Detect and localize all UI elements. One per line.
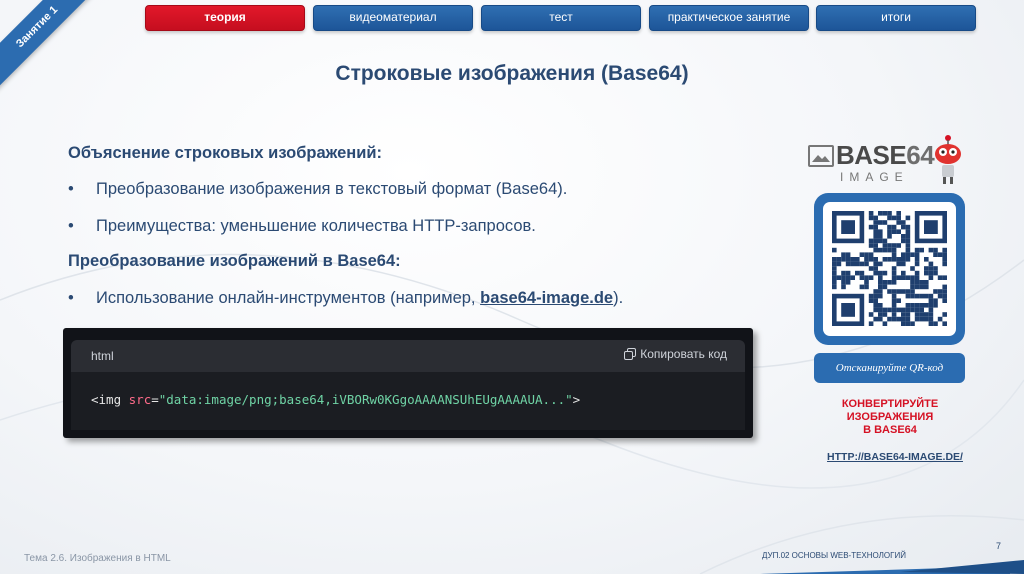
copy-code-label: Копировать код <box>640 347 727 361</box>
base64-url-link[interactable]: HTTP://BASE64-IMAGE.DE/ <box>820 451 970 463</box>
code-snippet-panel: html Копировать код <img src="data:image… <box>63 328 753 438</box>
footer-topic: Тема 2.6. Изображения в HTML <box>24 553 171 564</box>
copy-code-button[interactable]: Копировать код <box>624 347 727 363</box>
page-title: Строковые изображения (Base64) <box>335 62 689 85</box>
tab-bar: теория видеоматериал тест практическое з… <box>145 5 977 31</box>
page-number: 7 <box>996 541 1002 551</box>
logo-main: BASE <box>836 140 907 170</box>
qr-caption: Отсканируйте QR-код <box>814 353 965 383</box>
convert-line-1: КОНВЕРТИРУЙТЕ <box>841 398 939 410</box>
code-line: <img src="data:image/png;base64,iVBORw0K… <box>91 392 580 407</box>
tab-video[interactable]: видеоматериал <box>313 5 473 31</box>
tab-theory[interactable]: теория <box>145 5 305 31</box>
code-body: <img src="data:image/png;base64,iVBORw0K… <box>71 372 745 430</box>
code-header: html Копировать код <box>71 340 745 372</box>
logo-text: BASE64 <box>836 140 935 171</box>
bullet-marker: • <box>68 180 74 198</box>
code-tag-close: > <box>572 392 581 407</box>
bullet-text: Преимущества: уменьшение количества HTTP… <box>96 217 536 235</box>
logo-subtitle: IMAGE <box>840 170 909 184</box>
bullet-text-suffix: ). <box>613 289 624 307</box>
logo-number: 64 <box>906 140 935 170</box>
code-string: "data:image/png;base64,iVBORw0KGgoAAAANS… <box>158 392 573 407</box>
tab-results[interactable]: итоги <box>816 5 976 31</box>
tab-practice[interactable]: практическое занятие <box>649 5 809 31</box>
bullet-text-prefix: Использование онлайн-инструментов (напри… <box>96 289 481 307</box>
bullet-text: Использование онлайн-инструментов (напри… <box>96 289 623 308</box>
convert-line-2: ИЗОБРАЖЕНИЯ <box>846 411 934 423</box>
bullet-text: Преобразование изображения в текстовый ф… <box>96 180 568 198</box>
section-heading-explanation: Объяснение строковых изображений: <box>68 144 383 162</box>
code-language-label: html <box>91 349 114 363</box>
code-equals: = <box>151 392 159 407</box>
tab-test[interactable]: тест <box>481 5 641 31</box>
section-heading-conversion: Преобразование изображений в Base64: <box>68 252 401 270</box>
bullet-marker: • <box>68 217 74 235</box>
slide: Занятие 1 теория видеоматериал тест прак… <box>0 0 1024 574</box>
footer-course: ДУП.02 ОСНОВЫ WEB-ТЕХНОЛОГИЙ <box>762 551 906 560</box>
base64-image-logo: BASE64 IMAGE <box>806 135 976 188</box>
copy-icon <box>624 348 637 363</box>
bullet-marker: • <box>68 289 74 307</box>
code-tag-open: <img <box>91 392 129 407</box>
robot-mascot-icon <box>935 135 961 184</box>
convert-callout: КОНВЕРТИРУЙТЕ ИЗОБРАЖЕНИЯ В BASE64 <box>820 398 960 437</box>
qr-code-card <box>814 193 965 345</box>
picture-icon <box>808 145 834 167</box>
code-attribute: src <box>128 392 152 407</box>
base64-image-link[interactable]: base64-image.de <box>480 289 613 307</box>
qr-code-icon <box>823 202 956 336</box>
convert-line-3: В BASE64 <box>863 424 917 436</box>
